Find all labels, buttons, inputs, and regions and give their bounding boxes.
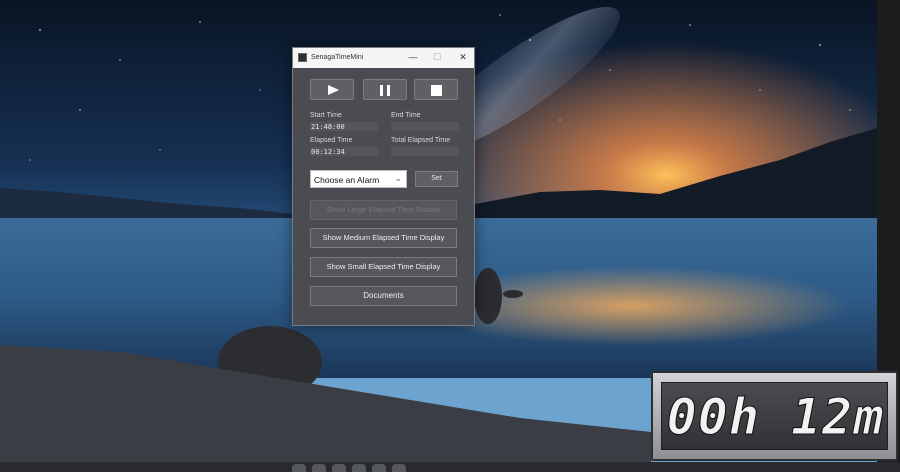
alarm-select[interactable]: Choose an Alarm ⌄ <box>310 170 407 188</box>
stop-button[interactable] <box>414 79 458 100</box>
minimize-button[interactable]: — <box>405 50 421 65</box>
title-bar[interactable]: SenagaTimeMini — ☐ ✕ <box>293 48 474 68</box>
documents-button[interactable]: Documents <box>310 286 457 306</box>
set-alarm-button[interactable]: Set <box>415 171 458 187</box>
elapsed-time-value: 00:12:34 <box>311 148 345 156</box>
taskbar-item[interactable] <box>292 464 306 472</box>
maximize-button[interactable]: ☐ <box>429 50 445 65</box>
total-elapsed-time-field <box>391 147 459 156</box>
show-large-display-button[interactable]: Show Large Elapsed Time Display <box>310 200 457 220</box>
chevron-down-icon: ⌄ <box>394 173 402 183</box>
elapsed-time-label: Elapsed Time <box>310 137 353 144</box>
window-title: SenagaTimeMini <box>311 54 364 61</box>
taskbar-item[interactable] <box>312 464 326 472</box>
start-time-label: Start Time <box>310 112 342 119</box>
total-elapsed-time-label: Total Elapsed Time <box>391 137 451 144</box>
taskbar-item[interactable] <box>352 464 366 472</box>
lcd-screen: 00h 12m <box>661 382 888 450</box>
show-medium-display-button[interactable]: Show Medium Elapsed Time Display <box>310 228 457 248</box>
pause-button[interactable] <box>363 79 407 100</box>
taskbar-item[interactable] <box>372 464 386 472</box>
end-time-field <box>391 122 459 131</box>
lcd-elapsed-time: 00h 12m <box>666 388 885 447</box>
close-button[interactable]: ✕ <box>455 50 471 65</box>
play-button[interactable] <box>310 79 354 100</box>
start-time-value: 21:48:00 <box>311 123 345 131</box>
show-small-display-button[interactable]: Show Small Elapsed Time Display <box>310 257 457 277</box>
app-icon <box>298 53 307 62</box>
stop-icon <box>431 85 442 96</box>
play-icon <box>328 85 339 95</box>
taskbar-item[interactable] <box>332 464 346 472</box>
end-time-label: End Time <box>391 112 421 119</box>
large-elapsed-time-display[interactable]: 00h 12m <box>651 371 898 461</box>
app-window: SenagaTimeMini — ☐ ✕ Start Time 21:48:00… <box>292 47 475 326</box>
taskbar <box>0 462 900 472</box>
taskbar-item[interactable] <box>392 464 406 472</box>
alarm-select-value: Choose an Alarm <box>314 175 380 185</box>
